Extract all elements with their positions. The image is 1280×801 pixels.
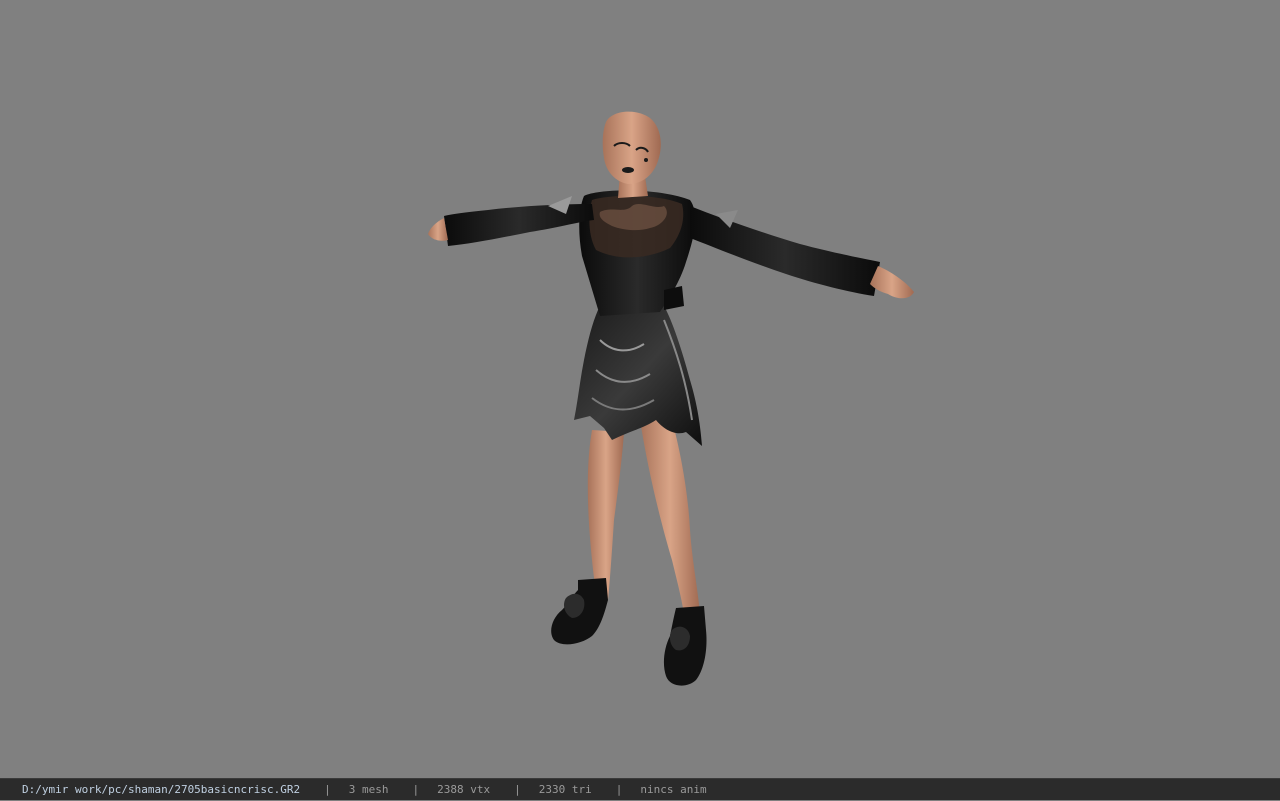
right-arm xyxy=(690,206,914,299)
torso xyxy=(579,190,696,316)
status-bar: D:/ymir work/pc/shaman/2705basicncrisc.G… xyxy=(0,778,1280,800)
separator: | xyxy=(412,782,420,796)
skirt xyxy=(574,306,702,446)
separator: | xyxy=(514,782,521,796)
vertex-count: 2388 vtx xyxy=(437,782,491,796)
head xyxy=(602,111,661,198)
file-path: D:/ymir work/pc/shaman/2705basicncrisc.G… xyxy=(22,782,301,796)
triangle-count: 2330 tri xyxy=(538,782,592,796)
character-model xyxy=(428,111,914,686)
animation-status: nincs anim xyxy=(640,782,707,796)
3d-viewport[interactable] xyxy=(0,0,1280,778)
separator: | xyxy=(615,782,623,796)
left-arm xyxy=(428,196,594,246)
mesh-count: 3 mesh xyxy=(348,782,389,796)
separator: | xyxy=(324,782,331,796)
